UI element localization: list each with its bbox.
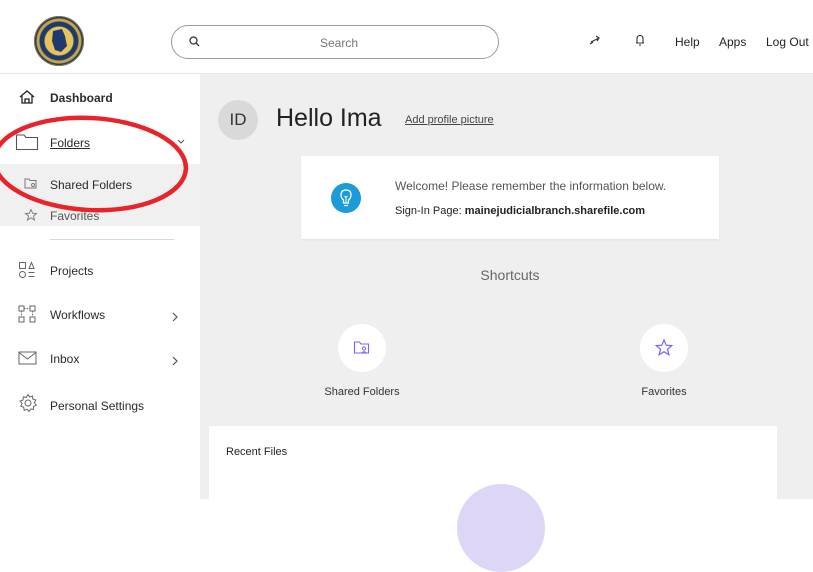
welcome-card: Welcome! Please remember the information… <box>301 156 719 239</box>
chevron-right-icon[interactable] <box>170 355 180 367</box>
help-link[interactable]: Help <box>675 35 700 49</box>
add-profile-picture-link[interactable]: Add profile picture <box>405 114 494 126</box>
sidebar-item-favorites[interactable]: Favorites <box>0 206 200 246</box>
search-input[interactable] <box>212 32 466 54</box>
top-bar: Help Apps Log Out <box>0 0 813 74</box>
shortcut-favorites-button[interactable] <box>640 324 688 372</box>
sidebar-item-projects[interactable]: Projects <box>0 254 200 294</box>
lightbulb-icon <box>331 183 361 213</box>
search-bar[interactable] <box>171 25 499 59</box>
seal-logo[interactable] <box>34 16 84 66</box>
star-icon <box>654 338 674 356</box>
sidebar-item-label: Folders <box>50 136 91 150</box>
folder-icon <box>15 134 39 151</box>
empty-state-illustration <box>457 484 545 572</box>
sidebar-item-inbox[interactable]: Inbox <box>0 342 200 382</box>
sidebar-item-label: Personal Settings <box>50 399 145 413</box>
workflows-icon <box>18 305 36 323</box>
bell-icon[interactable] <box>633 33 647 47</box>
recent-files-card: Recent Files <box>209 426 777 572</box>
shortcut-favorites-label: Favorites <box>641 386 687 398</box>
transfer-icon[interactable] <box>588 33 602 47</box>
sidebar-divider <box>50 239 174 240</box>
apps-link[interactable]: Apps <box>719 35 746 49</box>
sidebar-item-label: Inbox <box>50 352 80 366</box>
welcome-message: Welcome! Please remember the information… <box>395 179 667 193</box>
sidebar-item-label: Dashboard <box>50 91 113 105</box>
main-content: ID Hello Ima Add profile picture Welcome… <box>200 74 813 572</box>
logout-link[interactable]: Log Out <box>766 35 809 49</box>
sidebar-item-dashboard[interactable]: Dashboard <box>0 82 200 122</box>
sidebar-item-folders[interactable]: Folders <box>0 126 200 166</box>
sidebar-item-label: Shared Folders <box>50 178 133 192</box>
shortcuts-title: Shortcuts <box>480 267 540 283</box>
search-icon <box>189 36 200 47</box>
greeting-title: Hello Ima <box>276 104 382 132</box>
avatar[interactable]: ID <box>218 100 258 140</box>
shortcut-shared-folders-label: Shared Folders <box>324 386 400 398</box>
seal-icon <box>52 29 67 52</box>
star-icon <box>24 208 38 221</box>
projects-icon <box>19 261 35 278</box>
gear-icon <box>19 393 38 413</box>
signin-value[interactable]: mainejudicialbranch.sharefile.com <box>465 205 645 217</box>
home-icon <box>19 90 35 104</box>
chevron-down-icon[interactable] <box>176 137 186 147</box>
shortcut-shared-folders-button[interactable] <box>338 324 386 372</box>
chevron-right-icon[interactable] <box>170 311 180 323</box>
signin-info: Sign-In Page: mainejudicialbranch.sharef… <box>395 205 645 217</box>
sidebar-item-label: Projects <box>50 264 94 278</box>
inbox-icon <box>18 351 37 365</box>
sidebar-item-personal-settings[interactable]: Personal Settings <box>0 386 200 426</box>
sidebar: Dashboard Folders Shared Folders Favorit… <box>0 74 200 499</box>
sidebar-item-workflows[interactable]: Workflows <box>0 298 200 338</box>
sidebar-item-label: Favorites <box>50 209 100 223</box>
shared-folder-icon <box>353 341 370 354</box>
sidebar-item-label: Workflows <box>50 308 106 322</box>
recent-files-title: Recent Files <box>226 446 288 458</box>
signin-label: Sign-In Page: <box>395 205 465 217</box>
shared-folder-icon <box>24 178 37 189</box>
